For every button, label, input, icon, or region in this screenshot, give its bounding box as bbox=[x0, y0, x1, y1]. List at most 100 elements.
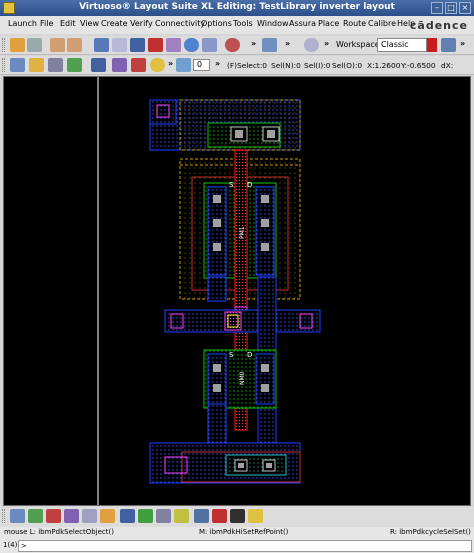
cadence-logo: cādence bbox=[409, 19, 468, 32]
sel-i-count: Sel(I):0 bbox=[304, 61, 331, 70]
menu-verify[interactable]: Verify bbox=[130, 19, 153, 28]
chop-icon[interactable] bbox=[166, 38, 181, 52]
toolbar-grip-2[interactable] bbox=[2, 58, 5, 72]
path-create-icon[interactable] bbox=[156, 509, 171, 523]
workspace-label: Workspace: bbox=[336, 40, 383, 49]
instance-icon[interactable] bbox=[28, 509, 43, 523]
toolbar-main: » » » Workspace: Classic » bbox=[0, 36, 474, 55]
command-input[interactable]: > bbox=[18, 540, 472, 552]
menu-calibre[interactable]: Calibre bbox=[368, 19, 396, 28]
pmos-source-label: S bbox=[229, 181, 234, 189]
toolbar-secondary: » 0 » (F)Select:0 Sel(N):0 Sel(I):0 Sel(… bbox=[0, 56, 474, 75]
menu-view[interactable]: View bbox=[80, 19, 99, 28]
bottom-grip[interactable] bbox=[2, 509, 5, 523]
align-icon[interactable] bbox=[194, 509, 209, 523]
cursor-dx: dX: bbox=[441, 61, 454, 70]
via-icon[interactable] bbox=[100, 509, 115, 523]
menu-file[interactable]: File bbox=[40, 19, 53, 28]
cursor-y: Y:-0.6500 bbox=[401, 61, 436, 70]
select-count: (F)Select:0 bbox=[227, 61, 268, 70]
mouse-middle-status: M: ibmPdkHiSetRefPoint() bbox=[199, 528, 289, 536]
workspace-save-icon[interactable] bbox=[441, 38, 456, 52]
rotate-icon[interactable] bbox=[225, 38, 240, 52]
gnd-rail[interactable] bbox=[149, 442, 301, 484]
cancel-icon[interactable] bbox=[212, 509, 227, 523]
move-icon[interactable] bbox=[94, 38, 109, 52]
mouse-left-status: mouse L: ibmPdkSelectObject() bbox=[4, 528, 114, 536]
copy-icon[interactable] bbox=[112, 38, 127, 52]
polygon-icon[interactable] bbox=[138, 509, 153, 523]
zoom-field[interactable]: 0 bbox=[193, 59, 210, 71]
pmos-drain-label: D bbox=[247, 181, 252, 189]
cursor-x: X:1.2600 bbox=[367, 61, 401, 70]
snap-icon[interactable] bbox=[112, 58, 127, 72]
maximize-button[interactable]: □ bbox=[445, 2, 457, 14]
ruler-icon[interactable] bbox=[29, 58, 44, 72]
delete-icon[interactable] bbox=[148, 38, 163, 52]
rectangle-icon[interactable] bbox=[120, 509, 135, 523]
menu-options[interactable]: Options bbox=[201, 19, 232, 28]
undo-icon[interactable] bbox=[50, 38, 65, 52]
toolbar-more-3[interactable]: » bbox=[324, 39, 329, 48]
mouse-right-status: R: ibmPdkcycleSelSet() bbox=[390, 528, 471, 536]
drc-icon[interactable] bbox=[248, 509, 263, 523]
stretch-icon[interactable] bbox=[130, 38, 145, 52]
workspace-dropdown-icon[interactable] bbox=[427, 38, 437, 52]
nmos-name-label: NM0 bbox=[239, 371, 246, 385]
nmos-drain-label: D bbox=[247, 351, 252, 359]
ruler-clear-icon[interactable] bbox=[230, 509, 245, 523]
zoom-icon[interactable] bbox=[176, 58, 191, 72]
workspace-select[interactable]: Classic bbox=[377, 38, 427, 52]
menu-window[interactable]: Window bbox=[257, 19, 289, 28]
status-bar: mouse L: ibmPdkSelectObject() M: ibmPdkH… bbox=[0, 527, 474, 539]
palette-icon[interactable] bbox=[48, 58, 63, 72]
guardring-icon[interactable] bbox=[174, 509, 189, 523]
properties-icon[interactable] bbox=[202, 38, 217, 52]
layer-icon[interactable] bbox=[10, 509, 25, 523]
info-icon[interactable] bbox=[184, 38, 199, 52]
title-bar: Virtuoso® Layout Suite XL Editing: TestL… bbox=[0, 0, 474, 16]
close-button[interactable]: × bbox=[459, 2, 471, 14]
layout-canvas[interactable]: S D PM1 S D NM0 bbox=[3, 76, 471, 506]
path-icon[interactable] bbox=[10, 58, 25, 72]
input-pin[interactable] bbox=[164, 309, 321, 333]
menu-launch[interactable]: Launch bbox=[8, 19, 37, 28]
nmos-source-label: S bbox=[229, 351, 234, 359]
redo-icon[interactable] bbox=[67, 38, 82, 52]
menu-bar: Launch File Edit View Create Verify Conn… bbox=[0, 16, 474, 34]
menu-connectivity[interactable]: Connectivity bbox=[155, 19, 205, 28]
search-icon[interactable] bbox=[304, 38, 319, 52]
highlight-icon[interactable] bbox=[150, 58, 165, 72]
menu-edit[interactable]: Edit bbox=[60, 19, 76, 28]
menu-assura[interactable]: Assura bbox=[289, 19, 316, 28]
toolbar2-more[interactable]: » bbox=[168, 59, 173, 68]
toolbar-grip[interactable] bbox=[2, 38, 5, 52]
save-icon[interactable] bbox=[27, 38, 42, 52]
command-line-number: 1(4) bbox=[3, 541, 18, 549]
hierarchy-icon[interactable] bbox=[262, 38, 277, 52]
label-icon[interactable] bbox=[64, 509, 79, 523]
bottom-toolbar bbox=[0, 507, 474, 527]
open-icon[interactable] bbox=[10, 38, 25, 52]
pin-icon[interactable] bbox=[46, 509, 61, 523]
window-title: Virtuoso® Layout Suite XL Editing: TestL… bbox=[79, 2, 395, 12]
markers-icon[interactable] bbox=[131, 58, 146, 72]
sel-o-count: Sel(O):0 bbox=[332, 61, 363, 70]
layout-drawing[interactable]: S D PM1 S D NM0 bbox=[4, 77, 471, 506]
toolbar-more-2[interactable]: » bbox=[285, 39, 290, 48]
toolbar-more-1[interactable]: » bbox=[251, 39, 256, 48]
sel-n-count: Sel(N):0 bbox=[271, 61, 301, 70]
toolbar2-more-2[interactable]: » bbox=[215, 59, 220, 68]
wire-icon[interactable] bbox=[82, 509, 97, 523]
vdd-rail[interactable] bbox=[149, 99, 301, 151]
minimize-button[interactable]: – bbox=[431, 2, 443, 14]
menu-route[interactable]: Route bbox=[343, 19, 366, 28]
display-icon[interactable] bbox=[67, 58, 82, 72]
pmos-name-label: PM1 bbox=[239, 226, 246, 239]
toolbar-more-4[interactable]: » bbox=[460, 39, 465, 48]
menu-tools[interactable]: Tools bbox=[233, 19, 253, 28]
command-line: 1(4) > bbox=[0, 539, 474, 553]
menu-create[interactable]: Create bbox=[101, 19, 128, 28]
grid-icon[interactable] bbox=[91, 58, 106, 72]
menu-place[interactable]: Place bbox=[318, 19, 339, 28]
